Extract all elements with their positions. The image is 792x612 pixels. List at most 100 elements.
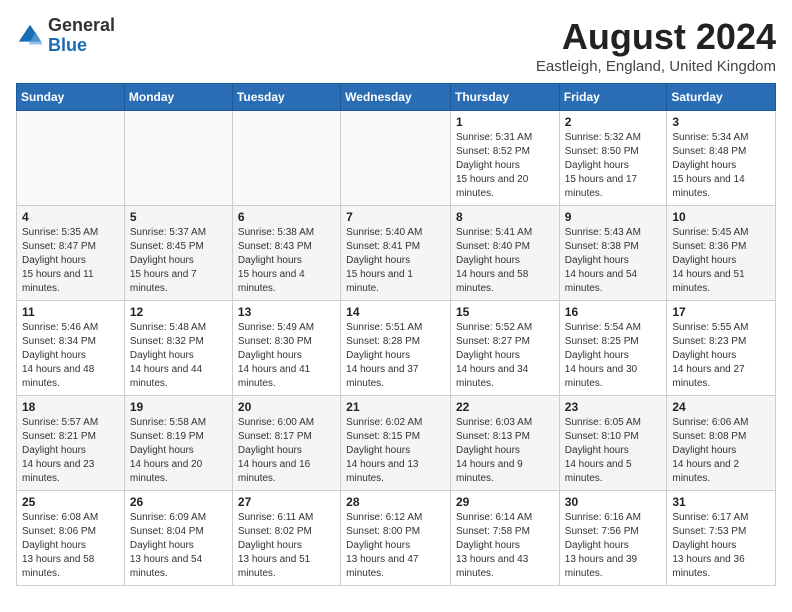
calendar-cell: 6Sunrise: 5:38 AMSunset: 8:43 PMDaylight…	[232, 206, 340, 301]
calendar-cell: 12 Sunrise: 5:48 AMSunset: 8:32 PMDayligh…	[124, 301, 232, 396]
day-info: Sunrise: 5:34 AMSunset: 8:48 PMDaylight …	[672, 131, 770, 201]
day-info: Sunrise: 6:16 AMSunset: 7:56 PMDaylight …	[565, 511, 662, 581]
day-info: Sunrise: 5:35 AMSunset: 8:47 PMDaylight …	[22, 226, 119, 296]
calendar-week-5: 25 Sunrise: 6:08 AMSunset: 8:06 PMDayligh…	[17, 491, 776, 586]
day-number: 4	[22, 210, 119, 224]
col-header-monday: Monday	[124, 84, 232, 111]
calendar-cell: 30 Sunrise: 6:16 AMSunset: 7:56 PMDayligh…	[559, 491, 667, 586]
calendar-cell: 27 Sunrise: 6:11 AMSunset: 8:02 PMDayligh…	[232, 491, 340, 586]
day-info: Sunrise: 6:09 AMSunset: 8:04 PMDaylight …	[130, 511, 227, 581]
title-block: August 2024 Eastleigh, England, United K…	[536, 16, 776, 75]
day-number: 19	[130, 400, 227, 414]
day-number: 30	[565, 495, 662, 509]
day-info: Sunrise: 5:46 AMSunset: 8:34 PMDaylight …	[22, 321, 119, 391]
calendar-week-3: 11 Sunrise: 5:46 AMSunset: 8:34 PMDayligh…	[17, 301, 776, 396]
calendar-cell: 24 Sunrise: 6:06 AMSunset: 8:08 PMDayligh…	[667, 396, 776, 491]
day-number: 8	[456, 210, 554, 224]
day-info: Sunrise: 5:31 AMSunset: 8:52 PMDaylight …	[456, 131, 554, 201]
location: Eastleigh, England, United Kingdom	[536, 58, 776, 75]
day-number: 14	[346, 305, 445, 319]
calendar-cell: 26 Sunrise: 6:09 AMSunset: 8:04 PMDayligh…	[124, 491, 232, 586]
day-info: Sunrise: 6:12 AMSunset: 8:00 PMDaylight …	[346, 511, 445, 581]
calendar-table: SundayMondayTuesdayWednesdayThursdayFrid…	[16, 83, 776, 586]
day-info: Sunrise: 5:48 AMSunset: 8:32 PMDaylight …	[130, 321, 227, 391]
day-info: Sunrise: 5:40 AMSunset: 8:41 PMDaylight …	[346, 226, 445, 296]
calendar-cell: 29Sunrise: 6:14 AMSunset: 7:58 PMDayligh…	[451, 491, 560, 586]
day-info: Sunrise: 5:58 AMSunset: 8:19 PMDaylight …	[130, 416, 227, 486]
day-number: 9	[565, 210, 662, 224]
day-number: 2	[565, 115, 662, 129]
day-number: 3	[672, 115, 770, 129]
calendar-cell: 18 Sunrise: 5:57 AMSunset: 8:21 PMDayligh…	[17, 396, 125, 491]
calendar-cell: 4 Sunrise: 5:35 AMSunset: 8:47 PMDaylight…	[17, 206, 125, 301]
month-year: August 2024	[536, 16, 776, 58]
day-info: Sunrise: 5:54 AMSunset: 8:25 PMDaylight …	[565, 321, 662, 391]
calendar-cell: 23 Sunrise: 6:05 AMSunset: 8:10 PMDayligh…	[559, 396, 667, 491]
calendar-cell: 31Sunrise: 6:17 AMSunset: 7:53 PMDayligh…	[667, 491, 776, 586]
day-info: Sunrise: 6:11 AMSunset: 8:02 PMDaylight …	[238, 511, 335, 581]
calendar-cell: 14 Sunrise: 5:51 AMSunset: 8:28 PMDayligh…	[341, 301, 451, 396]
calendar-cell: 19 Sunrise: 5:58 AMSunset: 8:19 PMDayligh…	[124, 396, 232, 491]
calendar-cell: 9 Sunrise: 5:43 AMSunset: 8:38 PMDaylight…	[559, 206, 667, 301]
calendar-cell: 28Sunrise: 6:12 AMSunset: 8:00 PMDayligh…	[341, 491, 451, 586]
calendar-cell: 15Sunrise: 5:52 AMSunset: 8:27 PMDayligh…	[451, 301, 560, 396]
day-number: 1	[456, 115, 554, 129]
calendar-cell: 11 Sunrise: 5:46 AMSunset: 8:34 PMDayligh…	[17, 301, 125, 396]
calendar-cell: 17Sunrise: 5:55 AMSunset: 8:23 PMDayligh…	[667, 301, 776, 396]
calendar-cell	[341, 111, 451, 206]
calendar-cell: 21Sunrise: 6:02 AMSunset: 8:15 PMDayligh…	[341, 396, 451, 491]
day-info: Sunrise: 6:05 AMSunset: 8:10 PMDaylight …	[565, 416, 662, 486]
day-info: Sunrise: 6:08 AMSunset: 8:06 PMDaylight …	[22, 511, 119, 581]
day-info: Sunrise: 5:57 AMSunset: 8:21 PMDaylight …	[22, 416, 119, 486]
day-info: Sunrise: 6:06 AMSunset: 8:08 PMDaylight …	[672, 416, 770, 486]
page-header: General Blue August 2024 Eastleigh, Engl…	[16, 16, 776, 75]
calendar-header-row: SundayMondayTuesdayWednesdayThursdayFrid…	[17, 84, 776, 111]
calendar-week-2: 4 Sunrise: 5:35 AMSunset: 8:47 PMDaylight…	[17, 206, 776, 301]
day-number: 26	[130, 495, 227, 509]
calendar-cell: 3 Sunrise: 5:34 AMSunset: 8:48 PMDaylight…	[667, 111, 776, 206]
day-number: 24	[672, 400, 770, 414]
calendar-cell: 16Sunrise: 5:54 AMSunset: 8:25 PMDayligh…	[559, 301, 667, 396]
day-info: Sunrise: 5:45 AMSunset: 8:36 PMDaylight …	[672, 226, 770, 296]
calendar-cell	[232, 111, 340, 206]
logo-general: General	[48, 16, 115, 36]
day-info: Sunrise: 5:43 AMSunset: 8:38 PMDaylight …	[565, 226, 662, 296]
day-number: 27	[238, 495, 335, 509]
day-info: Sunrise: 5:55 AMSunset: 8:23 PMDaylight …	[672, 321, 770, 391]
col-header-sunday: Sunday	[17, 84, 125, 111]
col-header-friday: Friday	[559, 84, 667, 111]
day-number: 18	[22, 400, 119, 414]
calendar-cell	[17, 111, 125, 206]
day-number: 23	[565, 400, 662, 414]
day-info: Sunrise: 6:03 AMSunset: 8:13 PMDaylight …	[456, 416, 554, 486]
calendar-week-1: 1 Sunrise: 5:31 AMSunset: 8:52 PMDaylight…	[17, 111, 776, 206]
day-number: 29	[456, 495, 554, 509]
logo-blue: Blue	[48, 36, 115, 56]
col-header-tuesday: Tuesday	[232, 84, 340, 111]
calendar-week-4: 18 Sunrise: 5:57 AMSunset: 8:21 PMDayligh…	[17, 396, 776, 491]
calendar-cell: 2Sunrise: 5:32 AMSunset: 8:50 PMDaylight…	[559, 111, 667, 206]
day-number: 6	[238, 210, 335, 224]
day-number: 12	[130, 305, 227, 319]
calendar-cell: 1 Sunrise: 5:31 AMSunset: 8:52 PMDaylight…	[451, 111, 560, 206]
day-number: 11	[22, 305, 119, 319]
day-number: 13	[238, 305, 335, 319]
day-number: 31	[672, 495, 770, 509]
logo-icon	[16, 22, 44, 50]
day-info: Sunrise: 5:51 AMSunset: 8:28 PMDaylight …	[346, 321, 445, 391]
calendar-cell: 25 Sunrise: 6:08 AMSunset: 8:06 PMDayligh…	[17, 491, 125, 586]
calendar-cell: 22 Sunrise: 6:03 AMSunset: 8:13 PMDayligh…	[451, 396, 560, 491]
calendar-cell: 8 Sunrise: 5:41 AMSunset: 8:40 PMDaylight…	[451, 206, 560, 301]
day-number: 7	[346, 210, 445, 224]
day-number: 25	[22, 495, 119, 509]
logo: General Blue	[16, 16, 115, 56]
day-number: 22	[456, 400, 554, 414]
day-number: 21	[346, 400, 445, 414]
col-header-thursday: Thursday	[451, 84, 560, 111]
calendar-cell	[124, 111, 232, 206]
calendar-cell: 5Sunrise: 5:37 AMSunset: 8:45 PMDaylight…	[124, 206, 232, 301]
day-info: Sunrise: 5:41 AMSunset: 8:40 PMDaylight …	[456, 226, 554, 296]
day-info: Sunrise: 5:37 AMSunset: 8:45 PMDaylight …	[130, 226, 227, 296]
col-header-saturday: Saturday	[667, 84, 776, 111]
calendar-cell: 13Sunrise: 5:49 AMSunset: 8:30 PMDayligh…	[232, 301, 340, 396]
